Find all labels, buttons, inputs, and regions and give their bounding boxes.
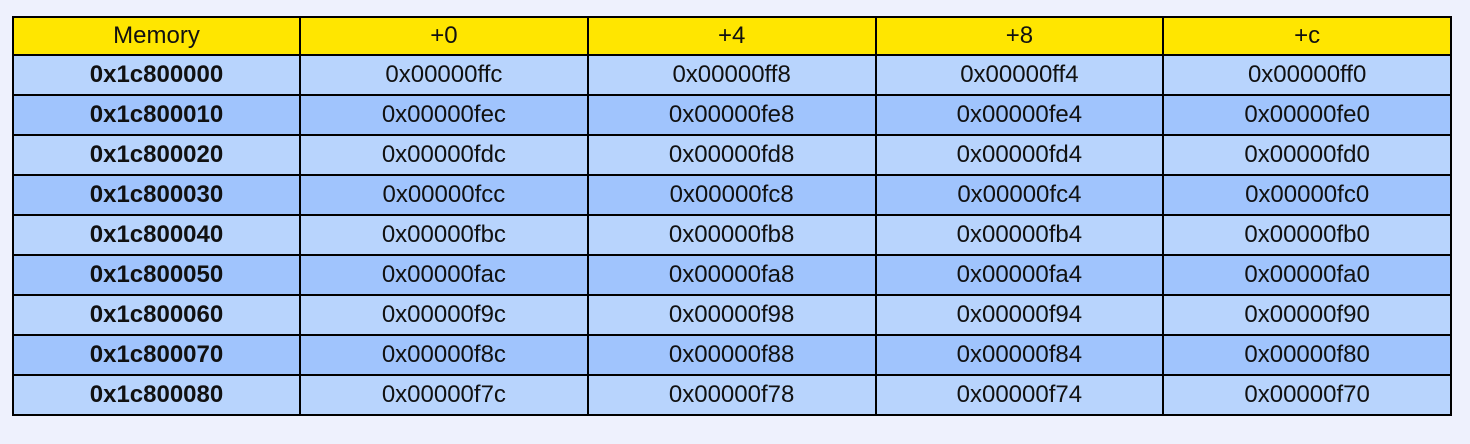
value-cell: 0x00000f78 <box>586 374 877 416</box>
table-row: 0x1c800050 0x00000fac 0x00000fa8 0x00000… <box>12 254 1452 296</box>
value-cell: 0x00000ff0 <box>1162 54 1452 96</box>
value-cell: 0x00000ff8 <box>586 54 877 96</box>
value-cell: 0x00000f8c <box>299 334 589 376</box>
value-cell: 0x00000f7c <box>299 374 589 416</box>
value-cell: 0x00000fdc <box>299 134 589 176</box>
value-cell: 0x00000fe4 <box>874 94 1165 136</box>
value-cell: 0x00000fac <box>299 254 589 296</box>
value-cell: 0x00000fd0 <box>1162 134 1452 176</box>
table-row: 0x1c800040 0x00000fbc 0x00000fb8 0x00000… <box>12 214 1452 256</box>
table-row: 0x1c800060 0x00000f9c 0x00000f98 0x00000… <box>12 294 1452 336</box>
value-cell: 0x00000fa4 <box>874 254 1165 296</box>
address-cell: 0x1c800020 <box>12 134 301 176</box>
header-offset-8: +8 <box>874 16 1165 56</box>
table-row: 0x1c800000 0x00000ffc 0x00000ff8 0x00000… <box>12 54 1452 96</box>
value-cell: 0x00000fc8 <box>586 174 877 216</box>
value-cell: 0x00000f98 <box>586 294 877 336</box>
value-cell: 0x00000fd8 <box>586 134 877 176</box>
header-memory: Memory <box>12 16 301 56</box>
address-cell: 0x1c800010 <box>12 94 301 136</box>
value-cell: 0x00000fe8 <box>586 94 877 136</box>
table-row: 0x1c800020 0x00000fdc 0x00000fd8 0x00000… <box>12 134 1452 176</box>
value-cell: 0x00000ff4 <box>874 54 1165 96</box>
value-cell: 0x00000fc4 <box>874 174 1165 216</box>
value-cell: 0x00000f88 <box>586 334 877 376</box>
table-row: 0x1c800080 0x00000f7c 0x00000f78 0x00000… <box>12 374 1452 416</box>
value-cell: 0x00000ffc <box>299 54 589 96</box>
value-cell: 0x00000fb4 <box>874 214 1165 256</box>
address-cell: 0x1c800040 <box>12 214 301 256</box>
address-cell: 0x1c800080 <box>12 374 301 416</box>
value-cell: 0x00000fa0 <box>1162 254 1452 296</box>
header-offset-0: +0 <box>299 16 589 56</box>
value-cell: 0x00000f9c <box>299 294 589 336</box>
value-cell: 0x00000f90 <box>1162 294 1452 336</box>
address-cell: 0x1c800000 <box>12 54 301 96</box>
value-cell: 0x00000fcc <box>299 174 589 216</box>
value-cell: 0x00000fe0 <box>1162 94 1452 136</box>
address-cell: 0x1c800070 <box>12 334 301 376</box>
value-cell: 0x00000fb0 <box>1162 214 1452 256</box>
table-row: 0x1c800030 0x00000fcc 0x00000fc8 0x00000… <box>12 174 1452 216</box>
value-cell: 0x00000f74 <box>874 374 1165 416</box>
header-row: Memory +0 +4 +8 +c <box>12 16 1452 56</box>
address-cell: 0x1c800060 <box>12 294 301 336</box>
value-cell: 0x00000fc0 <box>1162 174 1452 216</box>
header-offset-c: +c <box>1162 16 1452 56</box>
value-cell: 0x00000fb8 <box>586 214 877 256</box>
memory-table: Memory +0 +4 +8 +c 0x1c800000 0x00000ffc… <box>12 16 1452 416</box>
value-cell: 0x00000fec <box>299 94 589 136</box>
value-cell: 0x00000f94 <box>874 294 1165 336</box>
header-offset-4: +4 <box>586 16 877 56</box>
value-cell: 0x00000f70 <box>1162 374 1452 416</box>
address-cell: 0x1c800050 <box>12 254 301 296</box>
table-row: 0x1c800070 0x00000f8c 0x00000f88 0x00000… <box>12 334 1452 376</box>
value-cell: 0x00000fd4 <box>874 134 1165 176</box>
memory-table-container: Memory +0 +4 +8 +c 0x1c800000 0x00000ffc… <box>12 16 1452 416</box>
table-row: 0x1c800010 0x00000fec 0x00000fe8 0x00000… <box>12 94 1452 136</box>
value-cell: 0x00000f84 <box>874 334 1165 376</box>
value-cell: 0x00000fbc <box>299 214 589 256</box>
value-cell: 0x00000f80 <box>1162 334 1452 376</box>
value-cell: 0x00000fa8 <box>586 254 877 296</box>
address-cell: 0x1c800030 <box>12 174 301 216</box>
